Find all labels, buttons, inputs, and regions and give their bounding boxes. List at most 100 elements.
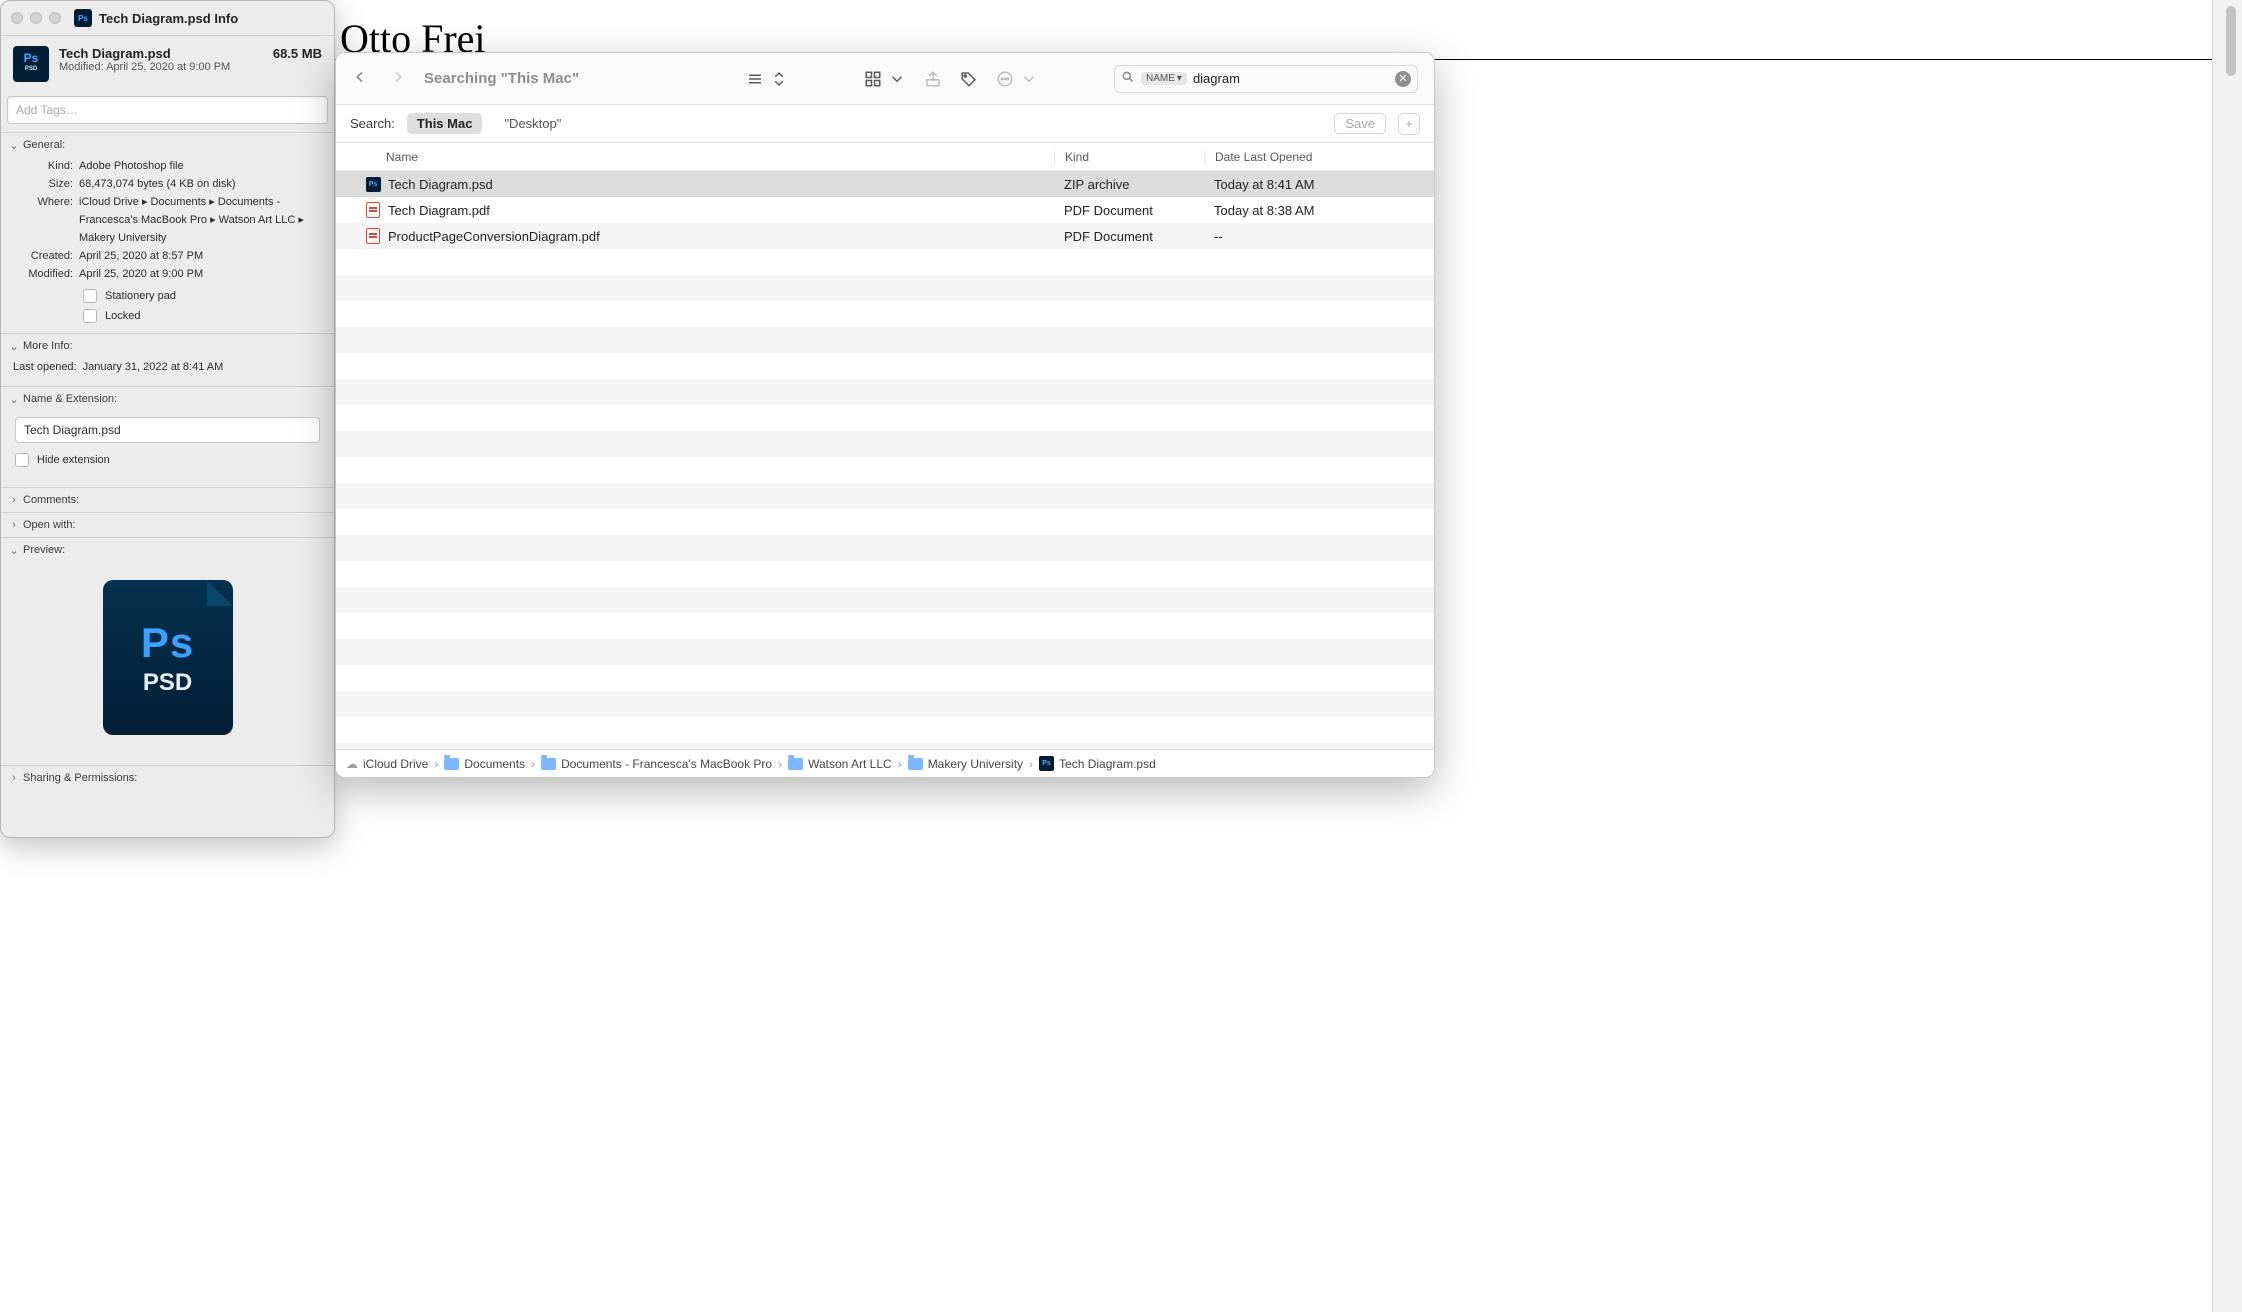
result-name: Tech Diagram.psd xyxy=(384,177,1054,192)
search-field[interactable]: NAME▾ diagram ✕ xyxy=(1114,65,1418,93)
path-segment[interactable]: PsTech Diagram.psd xyxy=(1039,756,1156,771)
add-search-criteria-button[interactable]: + xyxy=(1398,113,1420,135)
result-row[interactable]: PsTech Diagram.psdZIP archiveToday at 8:… xyxy=(336,171,1434,197)
section-general-toggle[interactable]: ⌄ General: xyxy=(1,133,334,157)
section-nameext-toggle[interactable]: ⌄ Name & Extension: xyxy=(1,387,334,411)
close-window-button[interactable] xyxy=(11,12,23,24)
col-date[interactable]: Date Last Opened xyxy=(1204,150,1434,164)
path-label: Makery University xyxy=(928,757,1023,771)
size-label: Size: xyxy=(13,175,73,193)
search-icon xyxy=(1121,70,1135,87)
section-comments-toggle[interactable]: › Comments: xyxy=(1,488,334,512)
list-header[interactable]: Name Kind Date Last Opened xyxy=(336,143,1434,171)
result-kind: PDF Document xyxy=(1054,203,1204,218)
hide-extension-checkbox[interactable] xyxy=(15,453,29,467)
scope-this-mac[interactable]: This Mac xyxy=(407,113,483,134)
where-value: iCloud Drive ▸ Documents ▸ Documents - F… xyxy=(79,193,322,247)
psd-icon: Ps xyxy=(74,9,92,27)
created-label: Created: xyxy=(13,247,73,265)
pdf-icon xyxy=(362,202,384,218)
finder-toolbar: Searching "This Mac" xyxy=(336,53,1434,105)
chevron-right-icon: › xyxy=(1029,757,1033,771)
section-nameext-label: Name & Extension: xyxy=(23,393,117,405)
folder-icon xyxy=(908,758,923,770)
scope-desktop[interactable]: "Desktop" xyxy=(494,113,571,134)
folder-icon xyxy=(541,758,556,770)
folder-icon xyxy=(788,758,803,770)
location-title: Searching "This Mac" xyxy=(424,70,579,87)
path-segment[interactable]: Documents xyxy=(444,757,525,771)
col-name[interactable]: Name xyxy=(386,150,1054,164)
section-sharing-toggle[interactable]: › Sharing & Permissions: xyxy=(1,766,334,790)
path-label: iCloud Drive xyxy=(363,757,428,771)
locked-checkbox[interactable] xyxy=(83,309,97,323)
scroll-thumb[interactable] xyxy=(2226,6,2236,76)
section-openwith-toggle[interactable]: › Open with: xyxy=(1,513,334,537)
col-kind[interactable]: Kind xyxy=(1054,150,1204,164)
zoom-window-button[interactable] xyxy=(49,12,61,24)
get-info-window: Ps Tech Diagram.psd Info PsPSD Tech Diag… xyxy=(0,0,335,838)
action-menu-button[interactable] xyxy=(996,70,1038,88)
path-segment[interactable]: Makery University xyxy=(908,757,1023,771)
result-row[interactable]: ProductPageConversionDiagram.pdfPDF Docu… xyxy=(336,223,1434,249)
chevron-right-icon: › xyxy=(434,757,438,771)
info-titlebar[interactable]: Ps Tech Diagram.psd Info xyxy=(1,1,334,36)
preview-psd-icon: Ps PSD xyxy=(103,580,233,735)
tags-button[interactable] xyxy=(960,70,978,88)
section-preview-label: Preview: xyxy=(23,544,65,556)
kind-value: Adobe Photoshop file xyxy=(79,157,322,175)
section-sharing-label: Sharing & Permissions: xyxy=(23,772,137,784)
path-label: Documents xyxy=(464,757,525,771)
search-query[interactable]: diagram xyxy=(1193,71,1389,86)
modified-value: April 25, 2020 at 9:00 PM xyxy=(79,265,322,283)
save-search-button[interactable]: Save xyxy=(1334,113,1386,134)
path-segment[interactable]: ☁︎iCloud Drive xyxy=(346,757,428,771)
info-modified-summary: Modified: April 25, 2020 at 9:00 PM xyxy=(59,61,322,73)
minimize-window-button[interactable] xyxy=(30,12,42,24)
path-label: Tech Diagram.psd xyxy=(1059,757,1156,771)
share-button[interactable] xyxy=(924,70,942,88)
section-moreinfo-label: More Info: xyxy=(23,340,73,352)
section-general-label: General: xyxy=(23,139,65,151)
result-name: Tech Diagram.pdf xyxy=(384,203,1054,218)
chevron-down-icon: ⌄ xyxy=(9,341,19,351)
chevron-down-icon: ⌄ xyxy=(9,140,19,150)
filename-input[interactable]: Tech Diagram.psd xyxy=(15,417,320,443)
result-kind: PDF Document xyxy=(1054,229,1204,244)
chevron-right-icon: › xyxy=(898,757,902,771)
result-name: ProductPageConversionDiagram.pdf xyxy=(384,229,1054,244)
psd-icon: Ps xyxy=(362,177,384,192)
section-openwith-label: Open with: xyxy=(23,519,76,531)
kind-label: Kind: xyxy=(13,157,73,175)
info-filename: Tech Diagram.psd xyxy=(59,46,171,61)
size-value: 68,473,074 bytes (4 KB on disk) xyxy=(79,175,322,193)
group-by-button[interactable] xyxy=(864,70,906,88)
last-opened-label: Last opened: xyxy=(13,358,77,376)
path-segment[interactable]: Watson Art LLC xyxy=(788,757,892,771)
nav-forward-button[interactable] xyxy=(390,69,406,88)
finder-window: Searching "This Mac" xyxy=(335,52,1435,778)
tags-input[interactable]: Add Tags… xyxy=(7,96,328,124)
path-segment[interactable]: Documents - Francesca's MacBook Pro xyxy=(541,757,772,771)
stationery-checkbox[interactable] xyxy=(83,289,97,303)
result-date: Today at 8:38 AM xyxy=(1204,203,1434,218)
last-opened-value: January 31, 2022 at 8:41 AM xyxy=(83,358,224,376)
stationery-label: Stationery pad xyxy=(105,290,176,302)
pdf-icon xyxy=(362,228,384,244)
path-bar: ☁︎iCloud Drive › Documents › Documents - Fra… xyxy=(336,749,1434,777)
chevron-right-icon: › xyxy=(9,773,19,783)
info-filesize: 68.5 MB xyxy=(273,46,322,61)
section-preview-toggle[interactable]: ⌄ Preview: xyxy=(1,538,334,562)
result-row[interactable]: Tech Diagram.pdfPDF DocumentToday at 8:3… xyxy=(336,197,1434,223)
clear-search-button[interactable]: ✕ xyxy=(1395,71,1411,87)
result-kind: ZIP archive xyxy=(1054,177,1204,192)
chevron-right-icon: › xyxy=(778,757,782,771)
nav-back-button[interactable] xyxy=(352,69,368,88)
folder-icon xyxy=(444,758,459,770)
hide-extension-label: Hide extension xyxy=(37,454,110,466)
created-value: April 25, 2020 at 8:57 PM xyxy=(79,247,322,265)
search-token-name[interactable]: NAME▾ xyxy=(1141,72,1187,85)
path-label: Watson Art LLC xyxy=(808,757,892,771)
view-list-button[interactable] xyxy=(746,70,788,88)
section-moreinfo-toggle[interactable]: ⌄ More Info: xyxy=(1,334,334,358)
